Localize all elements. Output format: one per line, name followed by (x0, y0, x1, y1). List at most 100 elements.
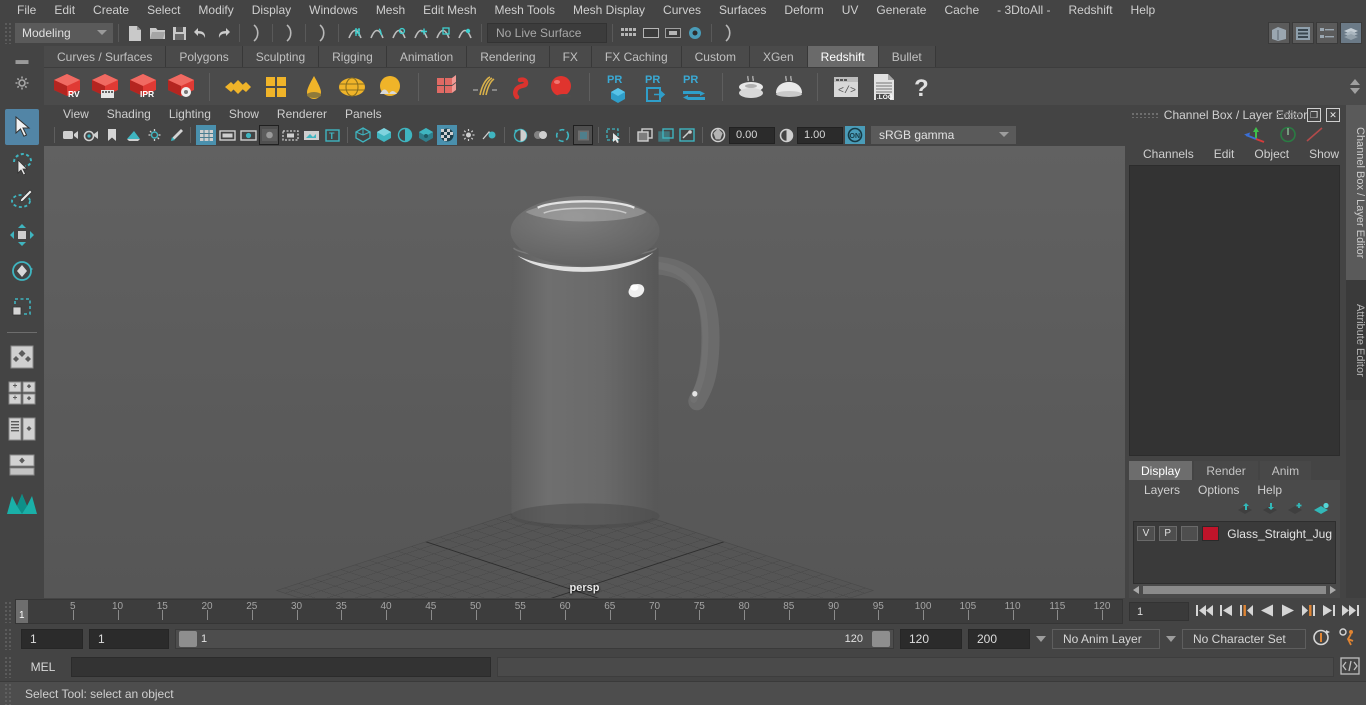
layer-playback-toggle[interactable]: P (1158, 526, 1177, 541)
multisample-icon[interactable] (552, 125, 572, 145)
anim-layer-dropdown-arrow-icon[interactable] (1036, 636, 1046, 642)
scroll-left-icon[interactable] (1133, 585, 1139, 594)
film-origin-icon[interactable] (280, 125, 300, 145)
shelf-scroll-arrows[interactable] (1344, 79, 1366, 94)
status-line-grip[interactable] (4, 22, 12, 44)
rotate-tool-button[interactable] (5, 253, 39, 289)
menu-redshift[interactable]: Redshift (1060, 0, 1122, 20)
select-camera-icon[interactable] (60, 125, 80, 145)
go-to-end-icon[interactable] (1341, 603, 1360, 621)
selection-mask-hierarchy-icon[interactable] (245, 22, 267, 44)
smooth-shade-all-icon[interactable] (374, 125, 394, 145)
texture-toggle-icon[interactable]: T (322, 125, 342, 145)
texture-display-icon[interactable] (437, 125, 457, 145)
range-slider-right-handle[interactable] (872, 631, 890, 647)
image-plane-icon[interactable] (123, 125, 143, 145)
menu-create[interactable]: Create (84, 0, 138, 20)
paint-effects-icon[interactable] (165, 125, 185, 145)
four-view-layout-button[interactable] (5, 339, 39, 375)
range-bar-grip[interactable] (4, 628, 12, 650)
layer-list-scrollbar[interactable] (1133, 584, 1336, 595)
light-toggle-icon[interactable] (458, 125, 478, 145)
color-management-selector[interactable]: sRGB gamma (871, 126, 1016, 144)
depth-of-field-icon[interactable] (573, 125, 593, 145)
redshift-dome-light-icon[interactable] (335, 70, 369, 104)
channel-box-icon[interactable] (1340, 22, 1362, 44)
exposure-field[interactable]: 0.00 (729, 126, 775, 144)
vtab-attribute-editor[interactable]: Attribute Editor (1346, 280, 1366, 400)
gate-mask-icon[interactable] (259, 125, 279, 145)
anim-layer-selector[interactable]: No Anim Layer (1052, 629, 1160, 649)
redshift-help-icon[interactable]: ? (905, 70, 939, 104)
shelf-tab-redshift[interactable]: Redshift (807, 46, 879, 67)
shelf-tab-polygons[interactable]: Polygons (166, 46, 243, 67)
redshift-sphere-icon[interactable] (544, 70, 578, 104)
shelf-tab-bullet[interactable]: Bullet (878, 46, 936, 67)
menu-mesh[interactable]: Mesh (367, 0, 414, 20)
shelf-scroll-up-icon[interactable] (1350, 79, 1360, 85)
command-input-field[interactable] (71, 657, 491, 677)
redshift-ipr-render-icon[interactable]: IPR (126, 70, 160, 104)
menu-cache[interactable]: Cache (935, 0, 988, 20)
redshift-pr-export-icon[interactable]: PR (639, 70, 673, 104)
xray-joints-icon[interactable] (677, 125, 697, 145)
step-back-frame-icon[interactable] (1239, 603, 1254, 621)
menu-surfaces[interactable]: Surfaces (710, 0, 775, 20)
character-set-selector[interactable]: No Character Set (1182, 629, 1306, 649)
scroll-thumb[interactable] (1143, 585, 1326, 594)
create-layer-from-selected-icon[interactable] (1313, 502, 1330, 518)
render-settings-icon[interactable] (684, 22, 706, 44)
command-line-grip[interactable] (4, 656, 12, 678)
layer-menu-help[interactable]: Help (1248, 483, 1291, 497)
panel-menu-lighting[interactable]: Lighting (160, 105, 220, 124)
create-layer-icon[interactable] (1287, 502, 1304, 518)
menuset-selector[interactable]: Modeling (15, 23, 113, 43)
new-scene-icon[interactable] (124, 22, 146, 44)
menu-edit[interactable]: Edit (45, 0, 84, 20)
shelf-tab-curves-surfaces[interactable]: Curves / Surfaces (44, 46, 167, 67)
layer-visibility-toggle[interactable]: V (1137, 526, 1155, 541)
lasso-select-tool-button[interactable] (5, 145, 39, 181)
two-pane-layout-button[interactable] (5, 375, 39, 411)
layer-color-swatch[interactable] (1202, 526, 1220, 541)
channel-box-menu-edit[interactable]: Edit (1204, 147, 1245, 161)
shadow-toggle-icon[interactable] (479, 125, 499, 145)
help-line-grip[interactable] (4, 682, 12, 705)
camera-attributes-icon[interactable] (81, 125, 101, 145)
isolate-select-icon[interactable] (604, 125, 624, 145)
scale-tool-button[interactable] (5, 289, 39, 325)
menu-display[interactable]: Display (243, 0, 300, 20)
menu-modify[interactable]: Modify (189, 0, 242, 20)
layer-row[interactable]: V P Glass_Straight_Jug (1137, 525, 1332, 542)
current-time-field[interactable]: 1 (1129, 602, 1189, 621)
perspective-viewport[interactable]: persp (44, 146, 1125, 598)
panel-menu-panels[interactable]: Panels (336, 105, 391, 124)
snap-view-plane-icon[interactable] (432, 22, 454, 44)
panel-grip[interactable] (1131, 112, 1159, 118)
menu-mesh-display[interactable]: Mesh Display (564, 0, 654, 20)
menu-select[interactable]: Select (138, 0, 189, 20)
layer-menu-layers[interactable]: Layers (1135, 483, 1189, 497)
layer-tab-anim[interactable]: Anim (1259, 461, 1312, 480)
tool-settings-icon[interactable] (1316, 22, 1338, 44)
menu-file[interactable]: File (8, 0, 45, 20)
menu-uv[interactable]: UV (833, 0, 868, 20)
menu-edit-mesh[interactable]: Edit Mesh (414, 0, 485, 20)
play-forwards-icon[interactable] (1280, 603, 1296, 621)
single-perspective-layout-button[interactable] (5, 447, 39, 483)
bookmark-icon[interactable] (102, 125, 122, 145)
time-slider-cursor[interactable]: 1 (16, 600, 28, 623)
panel-menu-show[interactable]: Show (220, 105, 268, 124)
move-layer-up-icon[interactable] (1237, 502, 1253, 518)
live-surface-field[interactable]: No Live Surface (487, 23, 607, 43)
snap-curve-icon[interactable] (366, 22, 388, 44)
redshift-bake-all-icon[interactable] (772, 70, 806, 104)
channel-box-menu-object[interactable]: Object (1244, 147, 1299, 161)
redshift-material-blender-icon[interactable] (259, 70, 293, 104)
move-tool-button[interactable] (5, 217, 39, 253)
vtab-channel-box-layer-editor[interactable]: Channel Box / Layer Editor (1346, 105, 1366, 280)
redshift-bake-icon[interactable] (734, 70, 768, 104)
menu-3dtoall[interactable]: - 3DtoAll - (988, 0, 1059, 20)
selection-mask-arrow-icon[interactable] (717, 22, 739, 44)
menu-deform[interactable]: Deform (775, 0, 832, 20)
